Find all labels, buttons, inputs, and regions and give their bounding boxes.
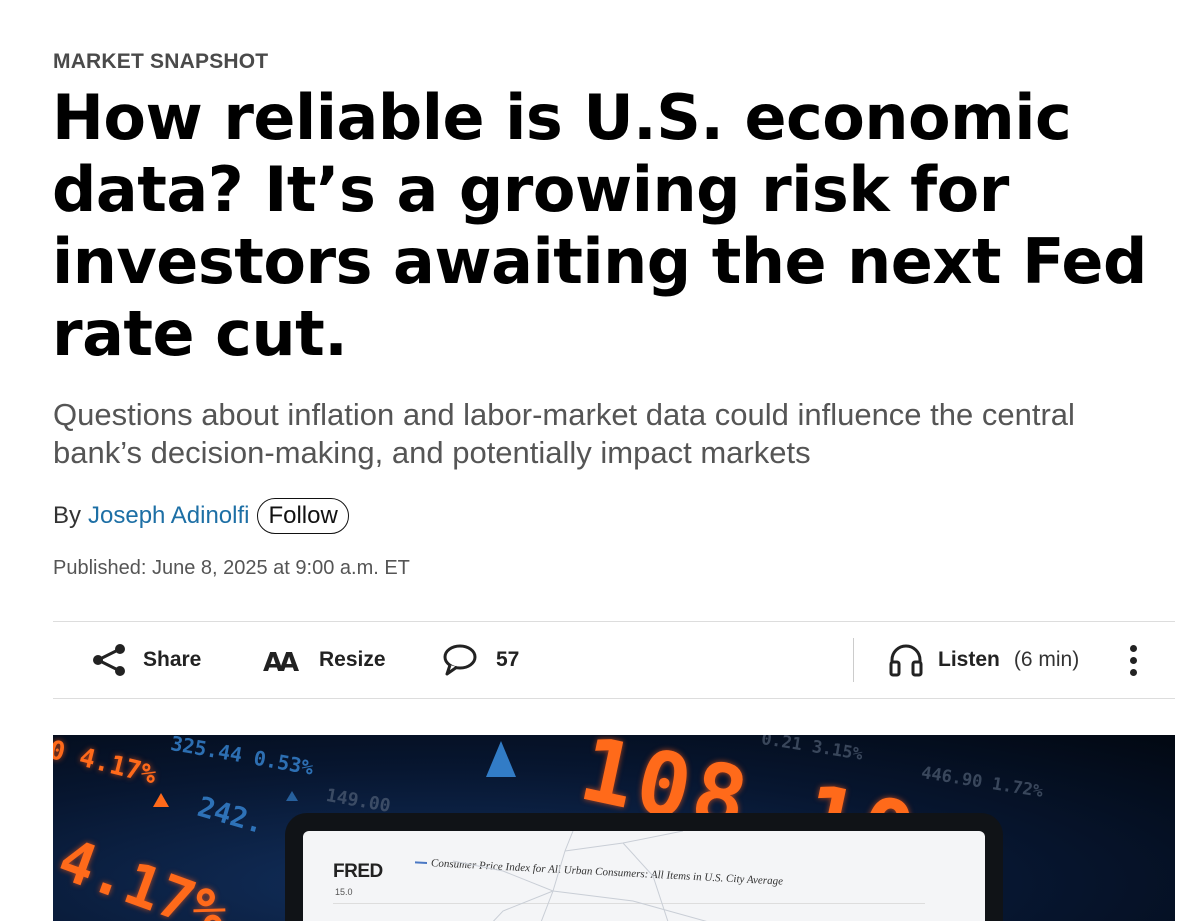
article-subtitle: Questions about inflation and labor-mark…: [53, 397, 1075, 470]
share-button[interactable]: Share: [91, 622, 201, 698]
byline-prefix: By: [53, 502, 82, 529]
comments-count: 57: [496, 648, 520, 671]
resize-label: Resize: [319, 648, 386, 671]
comment-icon: [442, 643, 478, 677]
author-link[interactable]: Joseph Adinolfi: [88, 502, 249, 530]
comments-button[interactable]: 57: [442, 622, 519, 698]
share-icon: [91, 643, 129, 677]
resize-button[interactable]: A A Resize: [263, 622, 386, 698]
listen-button[interactable]: Listen (6 min): [888, 622, 1079, 698]
kebab-dot: [1129, 644, 1137, 652]
screen-crack: [452, 831, 707, 921]
follow-button[interactable]: Follow: [257, 498, 349, 534]
page-title: How reliable is U.S. economic data? It’s…: [52, 81, 1147, 370]
laptop-screen: FRED Consumer Price Index for All Urban …: [303, 831, 985, 921]
listen-duration: (6 min): [1013, 648, 1080, 671]
listen-label: Listen: [938, 648, 1000, 671]
resize-icon: A A: [263, 645, 301, 675]
byline: By Joseph Adinolfi Follow: [53, 496, 349, 536]
headphones-icon: [888, 643, 924, 677]
toolbar-divider: [853, 638, 854, 682]
share-label: Share: [143, 648, 202, 671]
article-toolbar: Share A A Resize 57 Listen (6 min): [53, 621, 1175, 699]
svg-text:A: A: [279, 648, 299, 675]
kebab-dot: [1129, 668, 1137, 676]
hero-image: 0 4.17% 325.44 0.53% 242. 149.00 108.10 …: [53, 735, 1175, 921]
kicker: MARKET SNAPSHOT: [53, 50, 269, 73]
kebab-dot: [1129, 656, 1137, 664]
published-timestamp: Published: June 8, 2025 at 9:00 a.m. ET: [53, 557, 410, 579]
more-icon[interactable]: [1121, 622, 1145, 698]
laptop: FRED Consumer Price Index for All Urban …: [285, 813, 1003, 921]
